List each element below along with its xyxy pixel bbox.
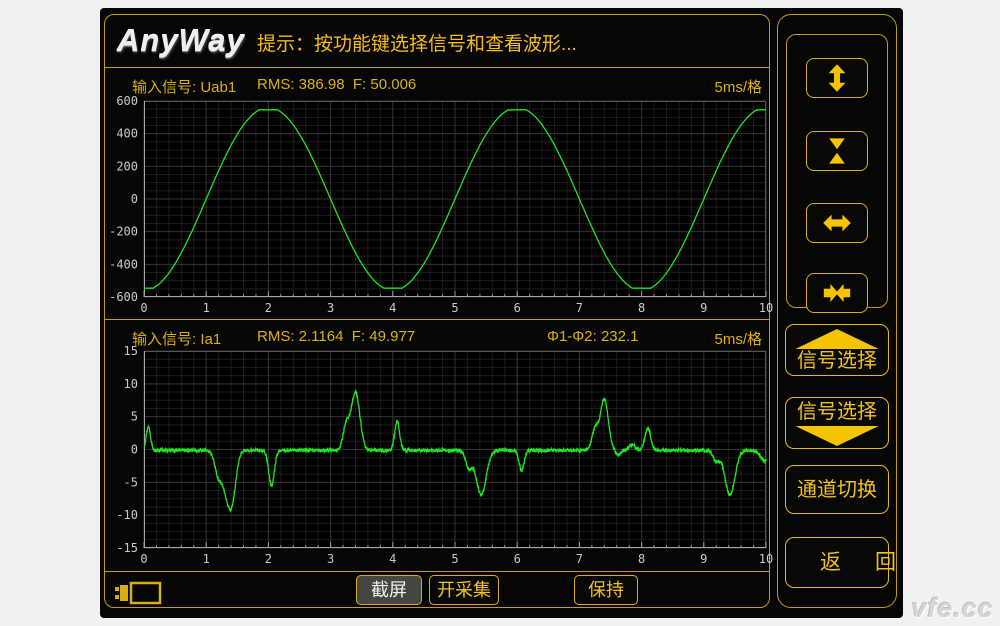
hint-text: 提示：按功能键选择信号和查看波形... (257, 29, 577, 56)
current-signal-label: 输入信号: Ia1 (132, 328, 221, 349)
x-tick-label: 8 (638, 552, 645, 566)
signal-select-down-label: 信号选择 (786, 400, 888, 424)
x-tick-label: 8 (638, 301, 645, 315)
x-tick-label: 9 (700, 301, 707, 315)
y-tick-label: -10 (116, 508, 138, 522)
screenshot-button[interactable]: 截屏 (356, 575, 422, 605)
main-display-panel: AnyWay 提示：按功能键选择信号和查看波形... 输入信号: Uab1 RM… (104, 14, 770, 608)
signal-select-up-label: 信号选择 (786, 349, 888, 373)
horizontal-compress-button[interactable] (806, 273, 868, 313)
x-tick-label: 6 (514, 552, 521, 566)
vertical-expand-icon (820, 63, 854, 93)
screen-background: AnyWay 提示：按功能键选择信号和查看波形... 输入信号: Uab1 RM… (0, 0, 1000, 626)
x-tick-label: 7 (576, 552, 583, 566)
x-tick-label: 7 (576, 301, 583, 315)
horizontal-expand-button[interactable] (806, 203, 868, 243)
channel-switch-button[interactable]: 通道切换 (785, 465, 889, 514)
x-tick-label: 10 (759, 552, 773, 566)
header-divider (105, 67, 769, 68)
right-control-panel: 信号选择 信号选择 通道切换 返回 (777, 14, 897, 608)
vertical-compress-icon (820, 136, 854, 166)
hold-button[interactable]: 保持 (574, 575, 638, 605)
triangle-down-icon (794, 426, 880, 446)
voltage-timebase: 5ms/格 (714, 76, 762, 97)
y-tick-label: -600 (109, 290, 138, 304)
voltage-info-row: 输入信号: Uab1 RMS: 386.98 F: 50.006 5ms/格 (106, 73, 768, 99)
horizontal-compress-icon (820, 278, 854, 308)
x-tick-label: 0 (140, 552, 147, 566)
y-tick-label: 400 (116, 127, 138, 141)
triangle-up-icon (794, 329, 880, 349)
y-tick-label: 5 (131, 410, 138, 424)
x-tick-label: 3 (327, 301, 334, 315)
signal-select-down-button[interactable]: 信号选择 (785, 397, 889, 449)
current-waveform-chart: 012345678910-15-10-5051015 (144, 351, 766, 548)
Uab1-chart-svg: 012345678910-600-400-2000200400600 (144, 101, 766, 297)
current-rms-freq: RMS: 2.1164 F: 49.977 (257, 328, 415, 345)
instrument-screen: AnyWay 提示：按功能键选择信号和查看波形... 输入信号: Uab1 RM… (100, 8, 903, 618)
y-tick-label: -400 (109, 257, 138, 271)
x-tick-label: 1 (203, 301, 210, 315)
y-tick-label: 200 (116, 159, 138, 173)
y-tick-label: -15 (116, 541, 138, 555)
storage-icon (114, 580, 164, 606)
y-tick-label: -200 (109, 225, 138, 239)
anyway-logo: AnyWay (117, 23, 245, 59)
current-timebase: 5ms/格 (714, 328, 762, 349)
x-tick-label: 4 (389, 552, 396, 566)
current-info-row: 输入信号: Ia1 RMS: 2.1164 F: 49.977 Φ1-Φ2: 2… (106, 325, 768, 351)
watermark: vfe.cc (911, 593, 994, 624)
tick-labels: 0 1 2 3 4 5 6 7 8 9 10 -15 -10 -5 0 5 10 15 (116, 344, 773, 566)
voltage-signal-label: 输入信号: Uab1 (132, 76, 236, 97)
x-tick-label: 5 (451, 301, 458, 315)
x-tick-label: 1 (203, 552, 210, 566)
y-tick-label: 600 (116, 94, 138, 108)
tick-labels: 0 1 2 3 4 5 6 7 8 9 10 -600 -400 -200 0 200 400 600 (109, 94, 773, 315)
voltage-rms-freq: RMS: 386.98 F: 50.006 (257, 76, 416, 93)
x-tick-label: 4 (389, 301, 396, 315)
start-acquisition-button[interactable]: 开采集 (429, 575, 499, 605)
x-tick-label: 3 (327, 552, 334, 566)
x-tick-label: 5 (451, 552, 458, 566)
y-tick-label: 0 (131, 443, 138, 457)
bottom-bar-divider (105, 571, 769, 572)
x-tick-label: 2 (265, 301, 272, 315)
return-button[interactable]: 返回 (785, 537, 889, 588)
x-tick-label: 10 (759, 301, 773, 315)
y-tick-label: 15 (124, 344, 138, 358)
voltage-waveform-chart: 012345678910-600-400-2000200400600 (144, 101, 766, 297)
x-tick-label: 0 (140, 301, 147, 315)
current-phase: Φ1-Φ2: 232.1 (547, 328, 639, 345)
signal-select-up-button[interactable]: 信号选择 (785, 324, 889, 376)
y-tick-label: 10 (124, 377, 138, 391)
y-tick-label: 0 (131, 192, 138, 206)
vertical-compress-button[interactable] (806, 131, 868, 171)
charts-divider (105, 319, 769, 320)
x-tick-label: 6 (514, 301, 521, 315)
x-tick-label: 2 (265, 552, 272, 566)
vertical-expand-button[interactable] (806, 58, 868, 98)
horizontal-expand-icon (820, 208, 854, 238)
y-tick-label: -5 (124, 475, 138, 489)
Ia1-chart-svg: 012345678910-15-10-5051015 (144, 351, 766, 548)
x-tick-label: 9 (700, 552, 707, 566)
waveform-zoom-button-group (786, 34, 888, 308)
